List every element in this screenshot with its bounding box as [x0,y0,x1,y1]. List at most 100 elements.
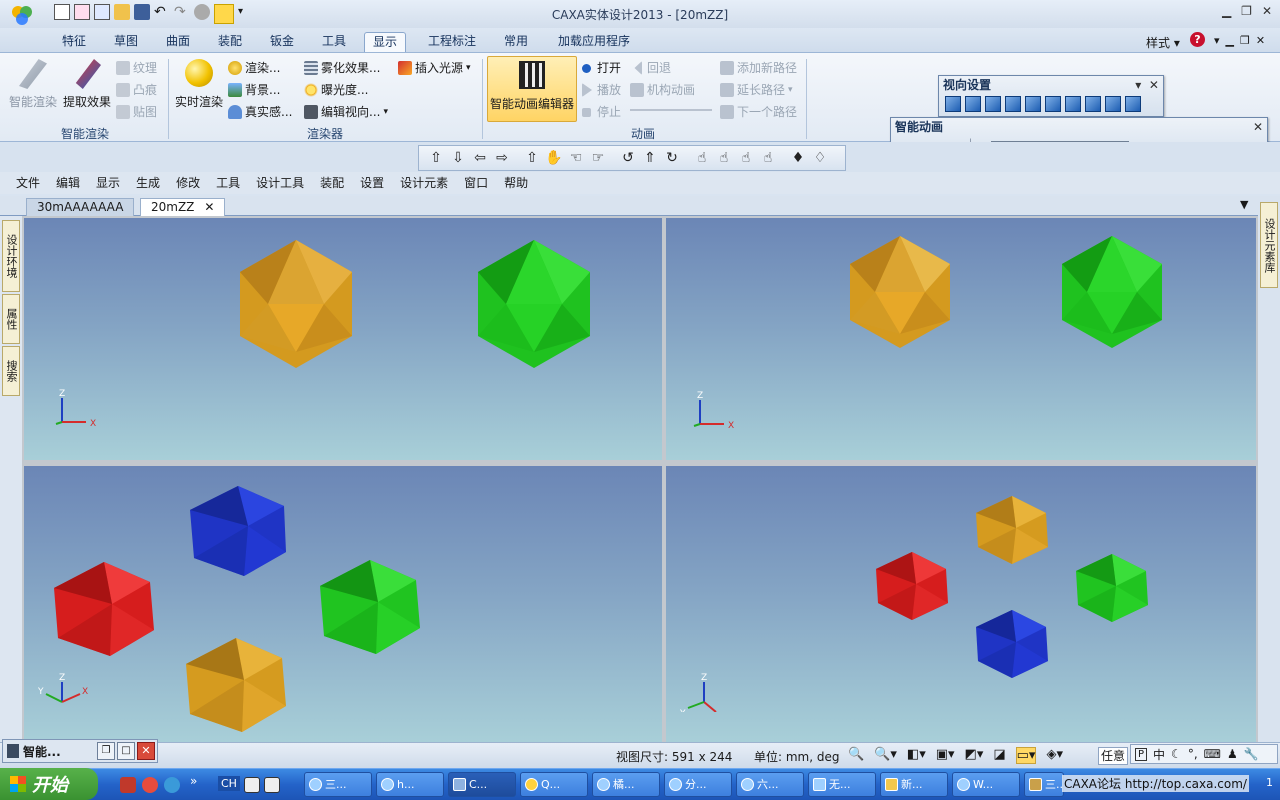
tray-help-icon[interactable] [264,777,280,793]
next-path-button[interactable]: 下一个路径 [720,103,797,121]
background-button[interactable]: 背景... [228,81,280,99]
extend-path-button[interactable]: 延长路径 ▾ [720,81,793,99]
taskbar-item-8[interactable]: 无... [808,772,876,797]
view-custom2-icon[interactable] [1105,96,1121,112]
tray-forum-link[interactable]: CAXA论坛 http://top.caxa.com/ [1062,775,1249,792]
fog-effect-button[interactable]: 雾化效果... [304,59,380,77]
viewport-bottom-left[interactable]: Z X Y [24,466,662,742]
restore-small-icon[interactable]: ❐ [97,742,115,760]
insert-light-button[interactable]: 插入光源 ▾ [398,59,471,77]
move-right-icon[interactable]: ⇨ [493,149,511,167]
viewport-top-left[interactable]: ZX [24,218,662,460]
taskbar-item-1[interactable]: 三... [304,772,372,797]
realism-button[interactable]: 真实感... [228,103,292,121]
rotate-up-icon[interactable]: ⇑ [641,149,659,167]
taskbar-item-7[interactable]: 六... [736,772,804,797]
grab-icon[interactable]: ✋ [545,149,563,167]
stop-button[interactable]: 停止 [582,103,621,121]
rotate-ccw-icon[interactable]: ↺ [619,149,637,167]
menu-display[interactable]: 显示 [88,173,128,193]
view-bottom-icon[interactable] [1065,96,1081,112]
hand-rotate4-icon[interactable]: ☝ [759,149,777,167]
menu-help[interactable]: 帮助 [496,173,536,193]
selection-mode-field[interactable]: 任意 [1098,747,1128,765]
mdi-minimize-icon[interactable]: ▁ [1226,34,1234,47]
side-tab-properties[interactable]: 属性 [2,294,20,344]
mechanism-animation-button[interactable]: 机构动画 [630,81,695,99]
tab-eng-annotation[interactable]: 工程标注 [420,32,484,52]
pan-right-icon[interactable]: ☞ [589,149,607,167]
bump-button[interactable]: 凸痕 [116,81,157,99]
tab-sheetmetal[interactable]: 钣金 [262,32,302,52]
quicklaunch-app1-icon[interactable] [120,777,136,793]
tray-p-icon[interactable] [244,777,260,793]
ime-moon-icon[interactable]: ☾ [1171,747,1182,761]
shading-icon[interactable]: ▭▾ [1015,747,1037,764]
taskbar-item-9[interactable]: 新... [880,772,948,797]
smart-animation-close-icon[interactable]: ✕ [1253,118,1263,136]
taskbar-item-6[interactable]: 分... [664,772,732,797]
view-right-icon[interactable] [1025,96,1041,112]
open-animation-button[interactable]: 打开 [582,59,621,77]
ime-tools-icon[interactable]: 🔧 [1244,747,1259,761]
mdi-restore-icon[interactable]: ❐ [1240,34,1250,47]
quicklaunch-more-icon[interactable]: » [190,774,197,788]
menu-window[interactable]: 窗口 [456,173,496,193]
menu-generate[interactable]: 生成 [128,173,168,193]
style-dropdown[interactable]: 样式 ▾ [1146,34,1180,51]
menu-settings[interactable]: 设置 [352,173,392,193]
viewport-bottom-right[interactable]: ZXY [666,466,1256,742]
smart-render-button[interactable]: 智能渲染 [8,59,58,110]
quicklaunch-ie-icon[interactable] [164,777,180,793]
extract-effect-button[interactable]: 提取效果 [60,59,114,110]
tab-sketch[interactable]: 草图 [106,32,146,52]
edit-view-button[interactable]: 编辑视向... ▾ [304,103,388,121]
quicklaunch-app2-icon[interactable] [142,777,158,793]
tab-feature[interactable]: 特征 [54,32,94,52]
taskbar-item-caxa[interactable]: C... [448,772,516,797]
decal-button[interactable]: 贴图 [116,103,157,121]
taskbar-item-qq[interactable]: Q... [520,772,588,797]
camera-mode-icon[interactable]: ◈▾ [1046,747,1063,764]
minimize-icon[interactable]: ▁ [1222,4,1231,18]
close-small-icon[interactable]: ✕ [137,742,155,760]
taskbar-item-11[interactable]: 三... [1024,772,1064,797]
rotate-cw-icon[interactable]: ↻ [663,149,681,167]
ime-chinese-icon[interactable]: 中 [1153,746,1165,763]
menu-edit[interactable]: 编辑 [48,173,88,193]
zoom-box-icon[interactable]: 🔍▾ [874,747,897,764]
view-left-icon[interactable] [1005,96,1021,112]
side-tab-search[interactable]: 搜索 [2,346,20,396]
rewind-button[interactable]: 回退 [632,59,671,77]
view-front-icon[interactable] [965,96,981,112]
pan-up-icon[interactable]: ⇧ [523,149,541,167]
view-back-icon[interactable] [985,96,1001,112]
ime-punct-icon[interactable]: °, [1188,747,1198,761]
render-mode-icon[interactable]: ◪ [993,747,1005,764]
view-cube-icon[interactable]: ▣▾ [936,747,955,764]
doc-tab-20mzz[interactable]: 20mZZ ✕ [140,198,226,216]
display-mode-icon[interactable]: ◧▾ [907,747,926,764]
taskbar-item-5[interactable]: 橘... [592,772,660,797]
side-tab-design-library[interactable]: 设计元素库 [1260,202,1278,288]
play-button[interactable]: 播放 [582,81,621,99]
view-custom3-icon[interactable] [1125,96,1141,112]
view-iso-icon[interactable] [945,96,961,112]
tab-assembly[interactable]: 装配 [210,32,250,52]
smart-animation-minimized[interactable]: 智能... ❐ □ ✕ [2,739,158,763]
menu-file[interactable]: 文件 [8,173,48,193]
lang-indicator[interactable]: CH [218,776,240,791]
mdi-dropdown-icon[interactable]: ▾ [1214,34,1220,47]
ime-keyboard-icon[interactable]: ⌨ [1204,747,1221,761]
taskbar-item-10[interactable]: W... [952,772,1020,797]
tab-surface[interactable]: 曲面 [158,32,198,52]
texture-button[interactable]: 纹理 [116,59,157,77]
light-on-icon[interactable]: ♦ [789,149,807,167]
help-icon[interactable]: ? [1190,32,1205,47]
pan-left-icon[interactable]: ☜ [567,149,585,167]
viewport-top-right[interactable]: ZX [666,218,1256,460]
menu-tools[interactable]: 工具 [208,173,248,193]
doc-tab-30m[interactable]: 30mAAAAAAA [26,198,135,216]
menu-design-tools[interactable]: 设计工具 [248,173,312,193]
close-icon[interactable]: ✕ [1262,4,1272,18]
